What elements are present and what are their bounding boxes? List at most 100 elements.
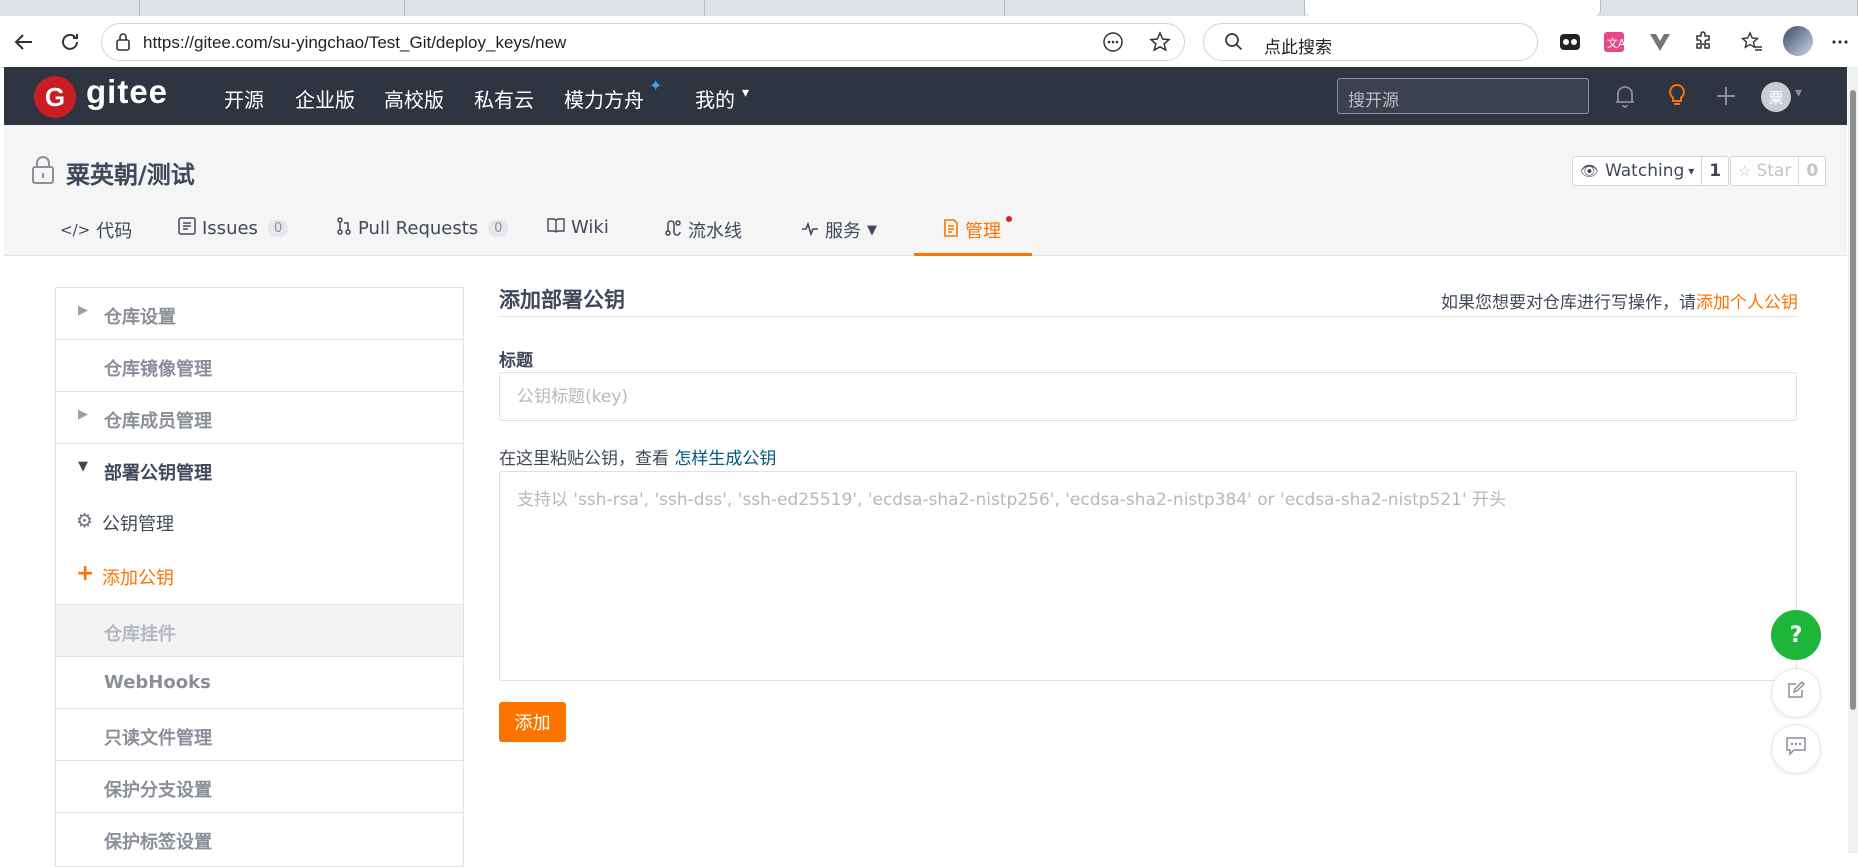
sidebar-item-repo-settings[interactable]: ▶ 仓库设置 (56, 288, 463, 340)
sidebar-item-protect-branch[interactable]: 保护分支设置 (56, 761, 463, 813)
nav-enterprise[interactable]: 企业版 (295, 84, 355, 113)
sidebar-item-mirror[interactable]: 仓库镜像管理 (56, 340, 463, 392)
sidebar-subitem-key-manage[interactable]: ⚙ 公钥管理 (56, 496, 463, 548)
active-tab-indicator (914, 253, 1032, 256)
sidebar-subitem-add-key[interactable]: + 添加公钥 (56, 550, 463, 605)
tab-code-label: 代码 (96, 221, 133, 242)
tab-pipeline[interactable]: 流水线 (664, 217, 742, 243)
browser-tab[interactable] (1601, 0, 1858, 16)
browser-tab-active[interactable] (1305, 0, 1601, 16)
profile-avatar-icon[interactable] (1781, 24, 1815, 58)
how-to-generate-key-link[interactable]: 怎样生成公钥 (674, 449, 776, 469)
pipeline-icon (664, 219, 682, 242)
favorites-icon[interactable] (1735, 25, 1769, 59)
browser-tab[interactable] (0, 0, 140, 16)
question-icon: ? (1789, 622, 1803, 648)
vue-devtools-icon[interactable] (1643, 25, 1677, 59)
book-icon (547, 217, 565, 238)
caret-right-icon: ▶ (78, 407, 88, 422)
tab-manage[interactable]: 管理 (943, 217, 1001, 243)
lightbulb-icon[interactable] (1662, 81, 1692, 111)
sidebar-item-plugins[interactable]: 仓库挂件 (56, 605, 463, 657)
star-button[interactable]: ☆ Star (1731, 157, 1798, 185)
chevron-down-icon: ▾ (1688, 164, 1695, 178)
key-title-input[interactable] (499, 372, 1797, 421)
feedback-button[interactable] (1771, 668, 1821, 718)
key-label-text: 在这里粘贴公钥，查看 (499, 449, 669, 469)
add-personal-key-link[interactable]: 添加个人公钥 (1696, 293, 1798, 313)
plus-icon[interactable] (1711, 81, 1741, 111)
sidebar-item-deploy-keys[interactable]: ▼ 部署公钥管理 (56, 444, 463, 496)
tab-issues[interactable]: Issues 0 (178, 217, 289, 240)
repo-title[interactable]: 粟英朝/测试 (66, 155, 195, 190)
browser-tab[interactable] (705, 0, 1005, 16)
gitee-logo-text[interactable]: gitee (86, 73, 168, 111)
star-button-group[interactable]: ☆ Star 0 (1730, 156, 1827, 186)
pulse-icon (801, 220, 819, 241)
nav-open-source[interactable]: 开源 (224, 84, 264, 113)
sidebar-item-readonly[interactable]: 只读文件管理 (56, 709, 463, 761)
back-icon[interactable] (7, 25, 41, 59)
sidebar-item-protect-tag[interactable]: 保护标签设置 (56, 813, 463, 865)
manage-doc-icon (943, 218, 959, 242)
search-icon (1224, 32, 1244, 56)
nav-moli[interactable]: 模力方舟 (564, 84, 644, 113)
favorite-star-icon[interactable] (1149, 31, 1171, 57)
browser-tab[interactable] (1005, 0, 1305, 16)
bell-icon[interactable] (1610, 81, 1640, 111)
caret-right-icon: ▶ (78, 303, 88, 318)
public-key-textarea[interactable] (499, 471, 1797, 681)
lock-icon[interactable] (114, 32, 132, 56)
scrollbar-thumb[interactable] (1850, 90, 1856, 710)
page-title: 添加部署公钥 (499, 288, 625, 312)
browser-tab[interactable] (140, 0, 405, 16)
browser-tab[interactable] (405, 0, 705, 16)
tab-wiki[interactable]: Wiki (547, 217, 609, 238)
svg-text:文A: 文A (1607, 36, 1625, 50)
tab-issues-label: Issues (202, 218, 258, 239)
edit-note-icon (1786, 680, 1806, 706)
personal-key-hint: 如果您想要对仓库进行写操作，请添加个人公钥 (1441, 288, 1798, 313)
title-label: 标题 (499, 351, 533, 371)
watching-button-group[interactable]: 👁 Watching ▾ 1 (1572, 156, 1730, 186)
more-icon[interactable] (1102, 31, 1124, 57)
watching-count[interactable]: 1 (1701, 157, 1728, 185)
help-button[interactable]: ? (1771, 610, 1821, 660)
notification-dot (1006, 216, 1012, 222)
nav-mine[interactable]: 我的 (695, 84, 735, 113)
sidebar-item-label: 仓库挂件 (104, 624, 176, 645)
avatar[interactable]: 粟 (1761, 82, 1791, 112)
tab-pull-requests[interactable]: Pull Requests 0 (336, 217, 509, 240)
star-count[interactable]: 0 (1798, 157, 1825, 185)
star-label: Star (1756, 161, 1792, 181)
chat-button[interactable] (1771, 724, 1821, 774)
nav-private-cloud[interactable]: 私有云 (474, 84, 534, 113)
tab-service[interactable]: 服务 ▼ (801, 217, 877, 243)
sidebar-item-webhooks[interactable]: WebHooks (56, 657, 463, 709)
plus-icon: + (76, 561, 95, 586)
url-text[interactable]: https://gitee.com/su-yingchao/Test_Git/d… (143, 33, 566, 53)
chevron-down-icon[interactable]: ▾ (742, 85, 749, 101)
sidebar-item-members[interactable]: ▶ 仓库成员管理 (56, 392, 463, 444)
sidebar-item-label: 仓库镜像管理 (104, 359, 212, 380)
watching-label: Watching (1605, 161, 1685, 181)
issues-count-badge: 0 (267, 220, 289, 237)
sidebar-item-label: 仓库成员管理 (104, 411, 212, 432)
browser-search-placeholder: 点此搜索 (1264, 38, 1332, 58)
nav-education[interactable]: 高校版 (384, 84, 444, 113)
refresh-icon[interactable] (53, 25, 87, 59)
add-button[interactable]: 添加 (499, 702, 566, 742)
header-search-input[interactable]: 搜开源 (1337, 78, 1589, 114)
browser-menu-icon[interactable] (1823, 25, 1857, 59)
address-bar[interactable]: https://gitee.com/su-yingchao/Test_Git/d… (101, 23, 1185, 61)
settings-sidebar: ▶ 仓库设置 仓库镜像管理 ▶ 仓库成员管理 ▼ 部署公钥管理 ⚙ 公钥管理 +… (55, 287, 464, 867)
extension-icon[interactable] (1553, 25, 1587, 59)
puzzle-icon[interactable] (1687, 25, 1721, 59)
tab-code[interactable]: </> 代码 (60, 217, 132, 243)
gitee-logo-icon[interactable]: G (34, 76, 76, 118)
avatar-chevron-down-icon[interactable]: ▾ (1795, 85, 1802, 101)
code-icon: </> (60, 221, 91, 239)
watching-button[interactable]: 👁 Watching ▾ (1573, 157, 1701, 185)
translate-icon[interactable]: 文A (1597, 25, 1631, 59)
browser-search-bar[interactable]: 点此搜索 (1203, 23, 1538, 61)
